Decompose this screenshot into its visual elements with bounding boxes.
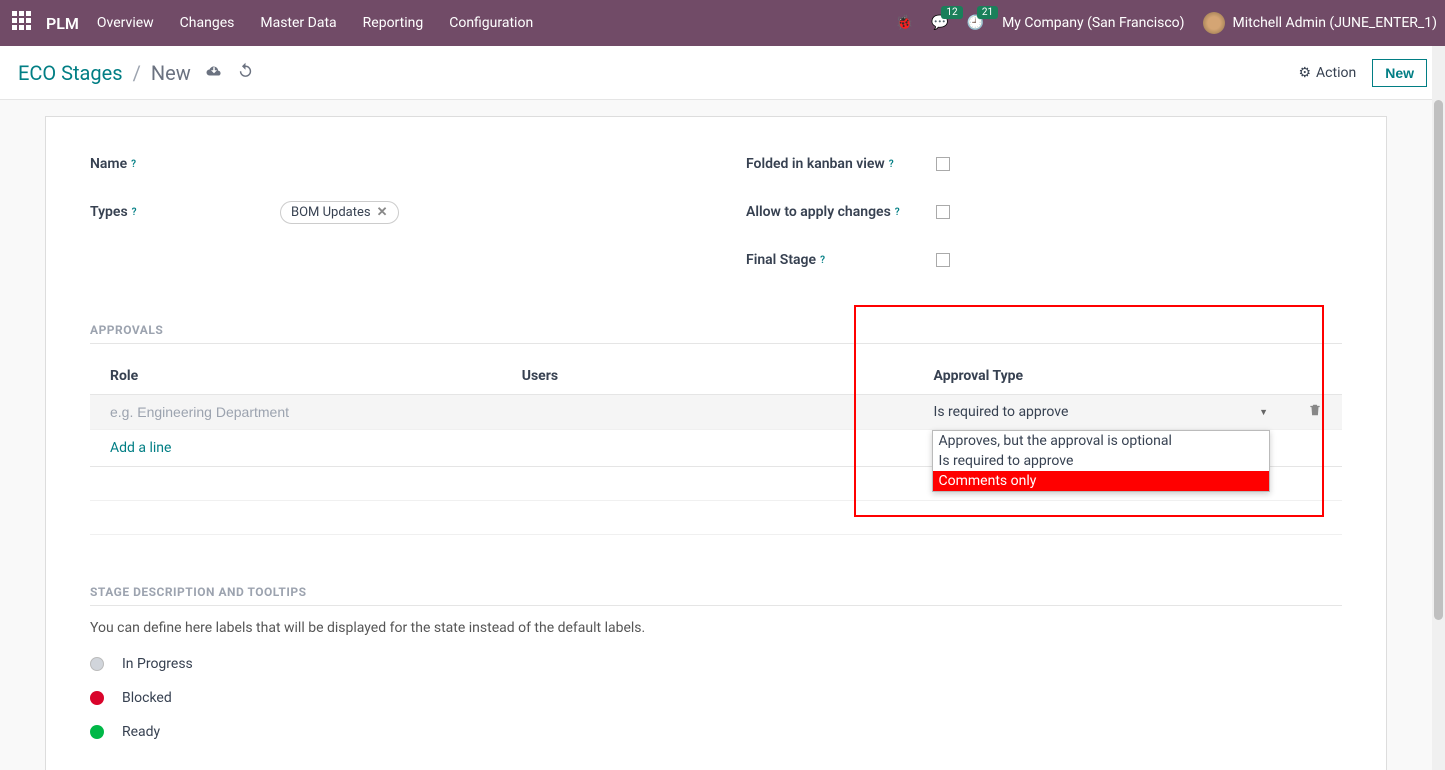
breadcrumb-root[interactable]: ECO Stages — [18, 61, 123, 85]
brand-label[interactable]: PLM — [46, 14, 79, 33]
col-users: Users — [502, 358, 914, 395]
status-blocked: Blocked — [90, 690, 1342, 706]
form-area: Name? Types? BOM Updates ✕ — [0, 100, 1445, 770]
allow-apply-checkbox[interactable] — [936, 205, 950, 219]
help-icon[interactable]: ? — [889, 159, 894, 170]
avatar — [1203, 12, 1225, 34]
label-types: Types? — [90, 204, 280, 220]
tag-remove-icon[interactable]: ✕ — [377, 205, 388, 220]
table-row: Is required to approve ▼ Approves, but t… — [90, 395, 1342, 430]
new-button[interactable]: New — [1372, 59, 1427, 87]
user-menu[interactable]: Mitchell Admin (JUNE_ENTER_1) — [1203, 12, 1437, 34]
approval-type-select[interactable]: Is required to approve ▼ Approves, but t… — [934, 404, 1268, 420]
label-allow-apply: Allow to apply changes? — [746, 204, 936, 220]
scrollbar-track[interactable] — [1432, 46, 1445, 770]
type-tag[interactable]: BOM Updates ✕ — [280, 201, 399, 224]
control-panel-right: ⚙ Action New — [1298, 59, 1427, 87]
help-icon[interactable]: ? — [895, 207, 900, 218]
menu-master-data[interactable]: Master Data — [260, 15, 336, 31]
gear-icon: ⚙ — [1298, 65, 1311, 81]
desc-section-title: STAGE DESCRIPTION AND TOOLTIPS — [90, 585, 1342, 606]
activities-badge: 21 — [977, 6, 998, 19]
name-field[interactable] — [280, 156, 686, 172]
top-navbar: PLM Overview Changes Master Data Reporti… — [0, 0, 1445, 46]
role-input[interactable] — [110, 404, 482, 420]
apps-icon[interactable] — [12, 11, 36, 35]
form-sheet: Name? Types? BOM Updates ✕ — [45, 116, 1387, 770]
col-approval-type: Approval Type — [914, 358, 1288, 395]
approval-type-value: Is required to approve — [934, 404, 1069, 420]
status-dot-green-icon — [90, 725, 104, 739]
table-row — [90, 501, 1342, 535]
save-cloud-icon[interactable] — [205, 62, 223, 84]
action-label: Action — [1316, 65, 1356, 81]
messages-badge: 12 — [941, 6, 962, 19]
status-ready: Ready — [90, 724, 1342, 740]
main-menu: Overview Changes Master Data Reporting C… — [97, 15, 896, 31]
help-icon[interactable]: ? — [820, 255, 825, 266]
menu-overview[interactable]: Overview — [97, 15, 154, 31]
status-in-progress: In Progress — [90, 656, 1342, 672]
menu-reporting[interactable]: Reporting — [363, 15, 424, 31]
messages-icon[interactable]: 💬 12 — [931, 15, 948, 31]
label-name: Name? — [90, 156, 280, 172]
dropdown-option[interactable]: Is required to approve — [933, 451, 1269, 471]
breadcrumb-current: New — [151, 61, 191, 85]
tag-label: BOM Updates — [291, 205, 371, 220]
approvals-section-title: APPROVALS — [90, 323, 1342, 344]
status-label[interactable]: Blocked — [122, 690, 172, 706]
navbar-right: 🐞 💬 12 🕘 21 My Company (San Francisco) M… — [896, 12, 1437, 34]
menu-configuration[interactable]: Configuration — [449, 15, 533, 31]
caret-down-icon: ▼ — [1259, 407, 1268, 418]
approval-type-dropdown: Approves, but the approval is optional I… — [932, 430, 1270, 492]
breadcrumb: ECO Stages / New — [18, 61, 254, 85]
status-dot-grey-icon — [90, 657, 104, 671]
users-input[interactable] — [522, 404, 894, 420]
folded-checkbox[interactable] — [936, 157, 950, 171]
scrollbar-thumb[interactable] — [1434, 100, 1443, 620]
company-selector[interactable]: My Company (San Francisco) — [1002, 15, 1184, 31]
label-folded: Folded in kanban view? — [746, 156, 936, 172]
label-final-stage: Final Stage? — [746, 252, 936, 268]
dropdown-option[interactable]: Approves, but the approval is optional — [933, 431, 1269, 451]
user-name: Mitchell Admin (JUNE_ENTER_1) — [1233, 15, 1437, 31]
approvals-table: Role Users Approval Type Is required to … — [90, 358, 1342, 535]
help-icon[interactable]: ? — [131, 159, 136, 170]
menu-changes[interactable]: Changes — [180, 15, 235, 31]
status-dot-red-icon — [90, 691, 104, 705]
bug-icon: 🐞 — [896, 15, 913, 31]
discard-icon[interactable] — [237, 62, 254, 83]
delete-row-icon[interactable] — [1288, 395, 1342, 430]
help-icon[interactable]: ? — [132, 207, 137, 218]
debug-icon[interactable]: 🐞 — [896, 15, 913, 31]
status-label[interactable]: In Progress — [122, 656, 193, 672]
control-panel: ECO Stages / New ⚙ Action New — [0, 46, 1445, 100]
breadcrumb-sep: / — [133, 61, 141, 85]
col-role: Role — [90, 358, 502, 395]
status-label[interactable]: Ready — [122, 724, 160, 740]
dropdown-option[interactable]: Comments only — [933, 471, 1269, 491]
final-stage-checkbox[interactable] — [936, 253, 950, 267]
desc-intro: You can define here labels that will be … — [90, 620, 1342, 636]
action-dropdown[interactable]: ⚙ Action — [1298, 65, 1356, 81]
activities-icon[interactable]: 🕘 21 — [967, 15, 984, 31]
